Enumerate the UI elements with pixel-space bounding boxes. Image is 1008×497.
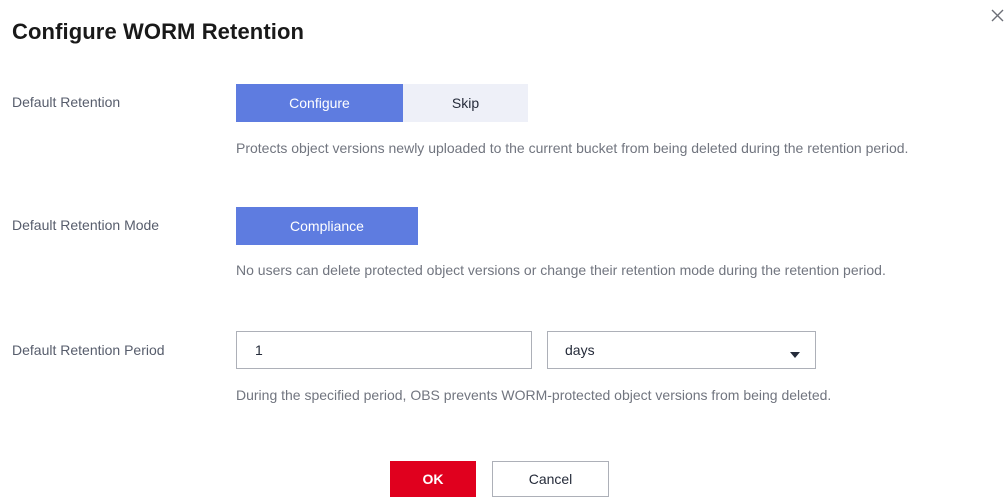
retention-mode-label: Default Retention Mode xyxy=(12,217,160,233)
configure-button[interactable]: Configure xyxy=(236,84,403,122)
dialog-title: Configure WORM Retention xyxy=(12,19,305,44)
default-retention-help: Protects object versions newly uploaded … xyxy=(236,140,909,156)
skip-button[interactable]: Skip xyxy=(403,84,528,122)
default-retention-toggle: Configure Skip xyxy=(236,84,528,122)
default-retention-label: Default Retention xyxy=(12,94,121,110)
retention-period-label: Default Retention Period xyxy=(12,342,165,358)
retention-unit-value: days xyxy=(565,342,595,358)
close-icon[interactable] xyxy=(987,6,1007,26)
worm-retention-dialog: Configure WORM Retention Default Retenti… xyxy=(0,0,1008,497)
caret-down-icon xyxy=(790,346,800,358)
retention-period-input[interactable] xyxy=(236,331,532,369)
retention-unit-select[interactable]: days xyxy=(547,331,816,369)
retention-mode-help: No users can delete protected object ver… xyxy=(236,262,886,278)
retention-mode-toggle: Compliance xyxy=(236,207,418,245)
retention-period-help: During the specified period, OBS prevent… xyxy=(236,387,832,403)
compliance-button[interactable]: Compliance xyxy=(236,207,418,245)
ok-button[interactable]: OK xyxy=(390,461,476,497)
cancel-button[interactable]: Cancel xyxy=(492,461,609,497)
